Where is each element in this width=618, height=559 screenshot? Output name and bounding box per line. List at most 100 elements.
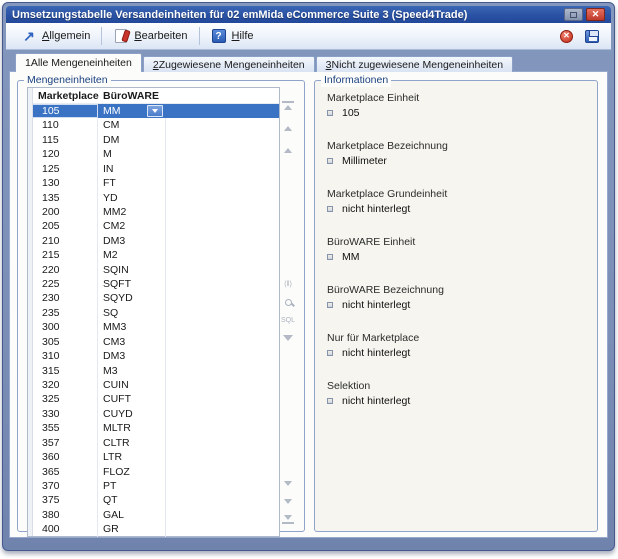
cell-marketplace[interactable]: 225: [28, 277, 98, 291]
cell-marketplace[interactable]: 375: [28, 493, 98, 507]
cell-marketplace[interactable]: 305: [28, 335, 98, 349]
cell-bueroware[interactable]: SQFT: [98, 277, 166, 291]
cell-bueroware[interactable]: DM: [98, 133, 166, 147]
cell-bueroware[interactable]: SQIN: [98, 263, 166, 277]
units-table[interactable]: Marketplace BüroWARE 105 MM 110 CM 115 D…: [27, 87, 280, 537]
column-header-marketplace[interactable]: Marketplace: [28, 90, 98, 102]
table-row[interactable]: 300 MM3: [28, 320, 279, 334]
cell-marketplace[interactable]: 200: [28, 205, 98, 219]
cell-bueroware[interactable]: DM3: [98, 349, 166, 363]
allgemein-button[interactable]: ↗ Allgemein: [14, 26, 97, 46]
cell-marketplace[interactable]: 120: [28, 147, 98, 161]
cell-bueroware[interactable]: PT: [98, 479, 166, 493]
table-row[interactable]: 115 DM: [28, 133, 279, 147]
cell-bueroware[interactable]: CM: [98, 118, 166, 132]
cell-bueroware[interactable]: YD: [98, 191, 166, 205]
sql-icon[interactable]: SQL: [282, 315, 294, 325]
cell-marketplace[interactable]: 105: [28, 104, 98, 118]
cell-marketplace[interactable]: 315: [28, 364, 98, 378]
cell-bueroware[interactable]: M: [98, 147, 166, 161]
cell-bueroware[interactable]: FLOZ: [98, 465, 166, 479]
bearbeiten-button[interactable]: Bearbeiten: [106, 26, 194, 46]
save-icon[interactable]: [585, 30, 599, 43]
cell-bueroware[interactable]: CUFT: [98, 392, 166, 406]
restore-button[interactable]: [564, 8, 583, 21]
table-row[interactable]: 230 SQYD: [28, 291, 279, 305]
table-row[interactable]: 225 SQFT: [28, 277, 279, 291]
table-row[interactable]: 120 M: [28, 147, 279, 161]
tab-alle-mengeneinheiten[interactable]: 1 Alle Mengeneinheiten: [15, 53, 142, 72]
cell-bueroware[interactable]: CM3: [98, 335, 166, 349]
table-row[interactable]: 310 DM3: [28, 349, 279, 363]
cell-marketplace[interactable]: 360: [28, 450, 98, 464]
cell-bueroware[interactable]: DM3: [98, 234, 166, 248]
cell-bueroware[interactable]: GR: [98, 522, 166, 536]
cell-bueroware[interactable]: MLTR: [98, 421, 166, 435]
cell-marketplace[interactable]: 357: [28, 436, 98, 450]
cell-bueroware[interactable]: GAL: [98, 508, 166, 522]
table-row[interactable]: 305 CM3: [28, 335, 279, 349]
scroll-to-top-icon[interactable]: [282, 101, 294, 111]
row-up-icon[interactable]: [282, 145, 294, 155]
table-row[interactable]: 380 GAL: [28, 508, 279, 522]
row-down-icon[interactable]: [282, 478, 294, 488]
cell-marketplace[interactable]: 330: [28, 407, 98, 421]
cell-bueroware[interactable]: CUYD: [98, 407, 166, 421]
table-row[interactable]: 105 MM: [28, 104, 279, 118]
cell-bueroware[interactable]: LTR: [98, 450, 166, 464]
cell-marketplace[interactable]: 130: [28, 176, 98, 190]
cell-marketplace[interactable]: 115: [28, 133, 98, 147]
table-row[interactable]: 355 MLTR: [28, 421, 279, 435]
cell-marketplace[interactable]: 110: [28, 118, 98, 132]
search-icon[interactable]: [282, 297, 294, 307]
cell-marketplace[interactable]: 355: [28, 421, 98, 435]
cell-bueroware[interactable]: CUIN: [98, 378, 166, 392]
table-row[interactable]: 370 PT: [28, 479, 279, 493]
cell-marketplace[interactable]: 400: [28, 522, 98, 536]
table-row[interactable]: 315 M3: [28, 364, 279, 378]
table-row[interactable]: 135 YD: [28, 191, 279, 205]
cell-bueroware[interactable]: MM2: [98, 205, 166, 219]
cell-marketplace[interactable]: 235: [28, 306, 98, 320]
table-row[interactable]: 235 SQ: [28, 306, 279, 320]
cell-marketplace[interactable]: 380: [28, 508, 98, 522]
cell-marketplace[interactable]: 325: [28, 392, 98, 406]
table-row[interactable]: 205 CM2: [28, 219, 279, 233]
cell-marketplace[interactable]: 230: [28, 291, 98, 305]
table-row[interactable]: 220 SQIN: [28, 263, 279, 277]
hilfe-button[interactable]: ? Hilfe: [204, 26, 261, 46]
page-down-icon[interactable]: [282, 496, 294, 506]
cell-marketplace[interactable]: 135: [28, 191, 98, 205]
cell-marketplace[interactable]: 310: [28, 349, 98, 363]
cell-marketplace[interactable]: 210: [28, 234, 98, 248]
cell-marketplace[interactable]: 365: [28, 465, 98, 479]
table-row[interactable]: 215 M2: [28, 248, 279, 262]
column-options-icon[interactable]: (‖): [282, 279, 294, 289]
table-row[interactable]: 400 GR: [28, 522, 279, 536]
tab-zugewiesene-mengeneinheiten[interactable]: 2 Zugewiesene Mengeneinheiten: [143, 56, 315, 72]
scroll-to-bottom-icon[interactable]: [282, 514, 294, 524]
table-row[interactable]: 365 FLOZ: [28, 465, 279, 479]
table-row[interactable]: 200 MM2: [28, 205, 279, 219]
column-header-bueroware[interactable]: BüroWARE: [98, 90, 166, 102]
cell-marketplace[interactable]: 125: [28, 162, 98, 176]
cell-bueroware[interactable]: MM: [98, 104, 166, 118]
tab-nicht-zugewiesene-mengeneinheiten[interactable]: 3 Nicht zugewiesene Mengeneinheiten: [316, 56, 513, 72]
table-row[interactable]: 125 IN: [28, 162, 279, 176]
abort-icon[interactable]: ✕: [560, 30, 573, 43]
table-row[interactable]: 357 CLTR: [28, 436, 279, 450]
cell-bueroware[interactable]: QT: [98, 493, 166, 507]
page-up-icon[interactable]: [282, 123, 294, 133]
table-row[interactable]: 330 CUYD: [28, 407, 279, 421]
cell-bueroware[interactable]: M3: [98, 364, 166, 378]
cell-marketplace[interactable]: 320: [28, 378, 98, 392]
table-row[interactable]: 325 CUFT: [28, 392, 279, 406]
cell-bueroware[interactable]: SQ: [98, 306, 166, 320]
cell-marketplace[interactable]: 300: [28, 320, 98, 334]
dropdown-button[interactable]: [147, 105, 163, 117]
table-row[interactable]: 320 CUIN: [28, 378, 279, 392]
cell-marketplace[interactable]: 215: [28, 248, 98, 262]
cell-bueroware[interactable]: CM2: [98, 219, 166, 233]
cell-bueroware[interactable]: IN: [98, 162, 166, 176]
cell-bueroware[interactable]: M2: [98, 248, 166, 262]
